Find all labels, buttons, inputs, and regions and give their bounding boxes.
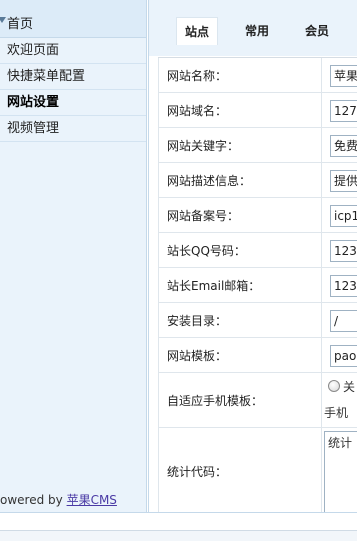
sidebar-item-shortcut-menu[interactable]: 快捷菜单配置 <box>0 64 146 90</box>
mobile-template-radio[interactable] <box>328 380 340 392</box>
mobile-template-label: 自适应手机模板： <box>158 373 322 427</box>
install-dir-label: 安装目录： <box>158 303 322 337</box>
site-domain-label: 网站域名： <box>158 93 322 127</box>
site-description-input[interactable]: 提供 <box>330 170 357 192</box>
site-name-label: 网站名称： <box>158 58 322 92</box>
form-row-admin-qq: 站长QQ号码： 1234 <box>158 233 357 268</box>
tab-member[interactable]: 会员 <box>295 17 339 45</box>
site-settings-form: 网站名称： 苹果C 网站域名： 127.0 网站关键字： 免费 网站描述信息： … <box>158 57 357 512</box>
site-name-input[interactable]: 苹果C <box>330 65 357 87</box>
site-keywords-label: 网站关键字： <box>158 128 322 162</box>
powered-by-footer: owered by 苹果CMS <box>0 491 117 508</box>
tab-common[interactable]: 常用 <box>235 17 279 45</box>
form-row-icp-number: 网站备案号： icp12 <box>158 198 357 233</box>
stats-code-textarea[interactable]: 统计 <box>324 431 357 512</box>
admin-email-input[interactable]: 1234 <box>330 275 357 297</box>
settings-tab-bar: 站点 常用 会员 <box>149 0 357 56</box>
site-template-select[interactable]: pao <box>330 345 357 367</box>
form-row-site-keywords: 网站关键字： 免费 <box>158 128 357 163</box>
form-row-install-dir: 安装目录： / <box>158 303 357 338</box>
site-description-label: 网站描述信息： <box>158 163 322 197</box>
form-row-site-name: 网站名称： 苹果C <box>158 58 357 93</box>
sidebar-header[interactable]: 首页 <box>0 0 146 38</box>
form-row-site-template: 网站模板： pao <box>158 338 357 373</box>
icp-number-input[interactable]: icp12 <box>330 205 357 227</box>
form-row-stats-code: 统计代码： 统计 <box>158 428 357 512</box>
admin-qq-input[interactable]: 1234 <box>330 240 357 262</box>
admin-qq-label: 站长QQ号码： <box>158 233 322 267</box>
site-domain-input[interactable]: 127.0 <box>330 100 357 122</box>
form-row-site-domain: 网站域名： 127.0 <box>158 93 357 128</box>
sidebar-item-video-management[interactable]: 视频管理 <box>0 116 146 142</box>
install-dir-input[interactable]: / <box>330 310 357 332</box>
site-keywords-input[interactable]: 免费 <box>330 135 357 157</box>
mobile-template-sub-label: 手机 <box>324 406 349 420</box>
sidebar-item-site-settings[interactable]: 网站设置 <box>0 90 146 116</box>
horizontal-scrollbar[interactable] <box>0 530 357 541</box>
icp-number-label: 网站备案号： <box>158 198 322 232</box>
mobile-template-radio-label: 关 <box>343 380 356 394</box>
form-row-site-description: 网站描述信息： 提供 <box>158 163 357 198</box>
main-panel: 站点 常用 会员 网站名称： 苹果C 网站域名： 127.0 网站关键字： 免费… <box>148 0 357 512</box>
admin-email-label: 站长Email邮箱： <box>158 268 322 302</box>
sidebar-item-welcome[interactable]: 欢迎页面 <box>0 38 146 64</box>
sidebar: 首页 欢迎页面 快捷菜单配置 网站设置 视频管理 owered by 苹果CMS <box>0 0 147 512</box>
tab-site[interactable]: 站点 <box>176 17 218 45</box>
form-row-admin-email: 站长Email邮箱： 1234 <box>158 268 357 303</box>
sidebar-header-title: 首页 <box>7 17 34 32</box>
powered-by-link[interactable]: 苹果CMS <box>67 493 117 507</box>
site-template-label: 网站模板： <box>158 338 322 372</box>
expand-triangle-icon <box>0 17 6 23</box>
powered-by-text: owered by <box>0 493 67 507</box>
form-row-mobile-template: 自适应手机模板： 关 手机 <box>158 373 357 428</box>
stats-code-label: 统计代码： <box>158 428 322 512</box>
